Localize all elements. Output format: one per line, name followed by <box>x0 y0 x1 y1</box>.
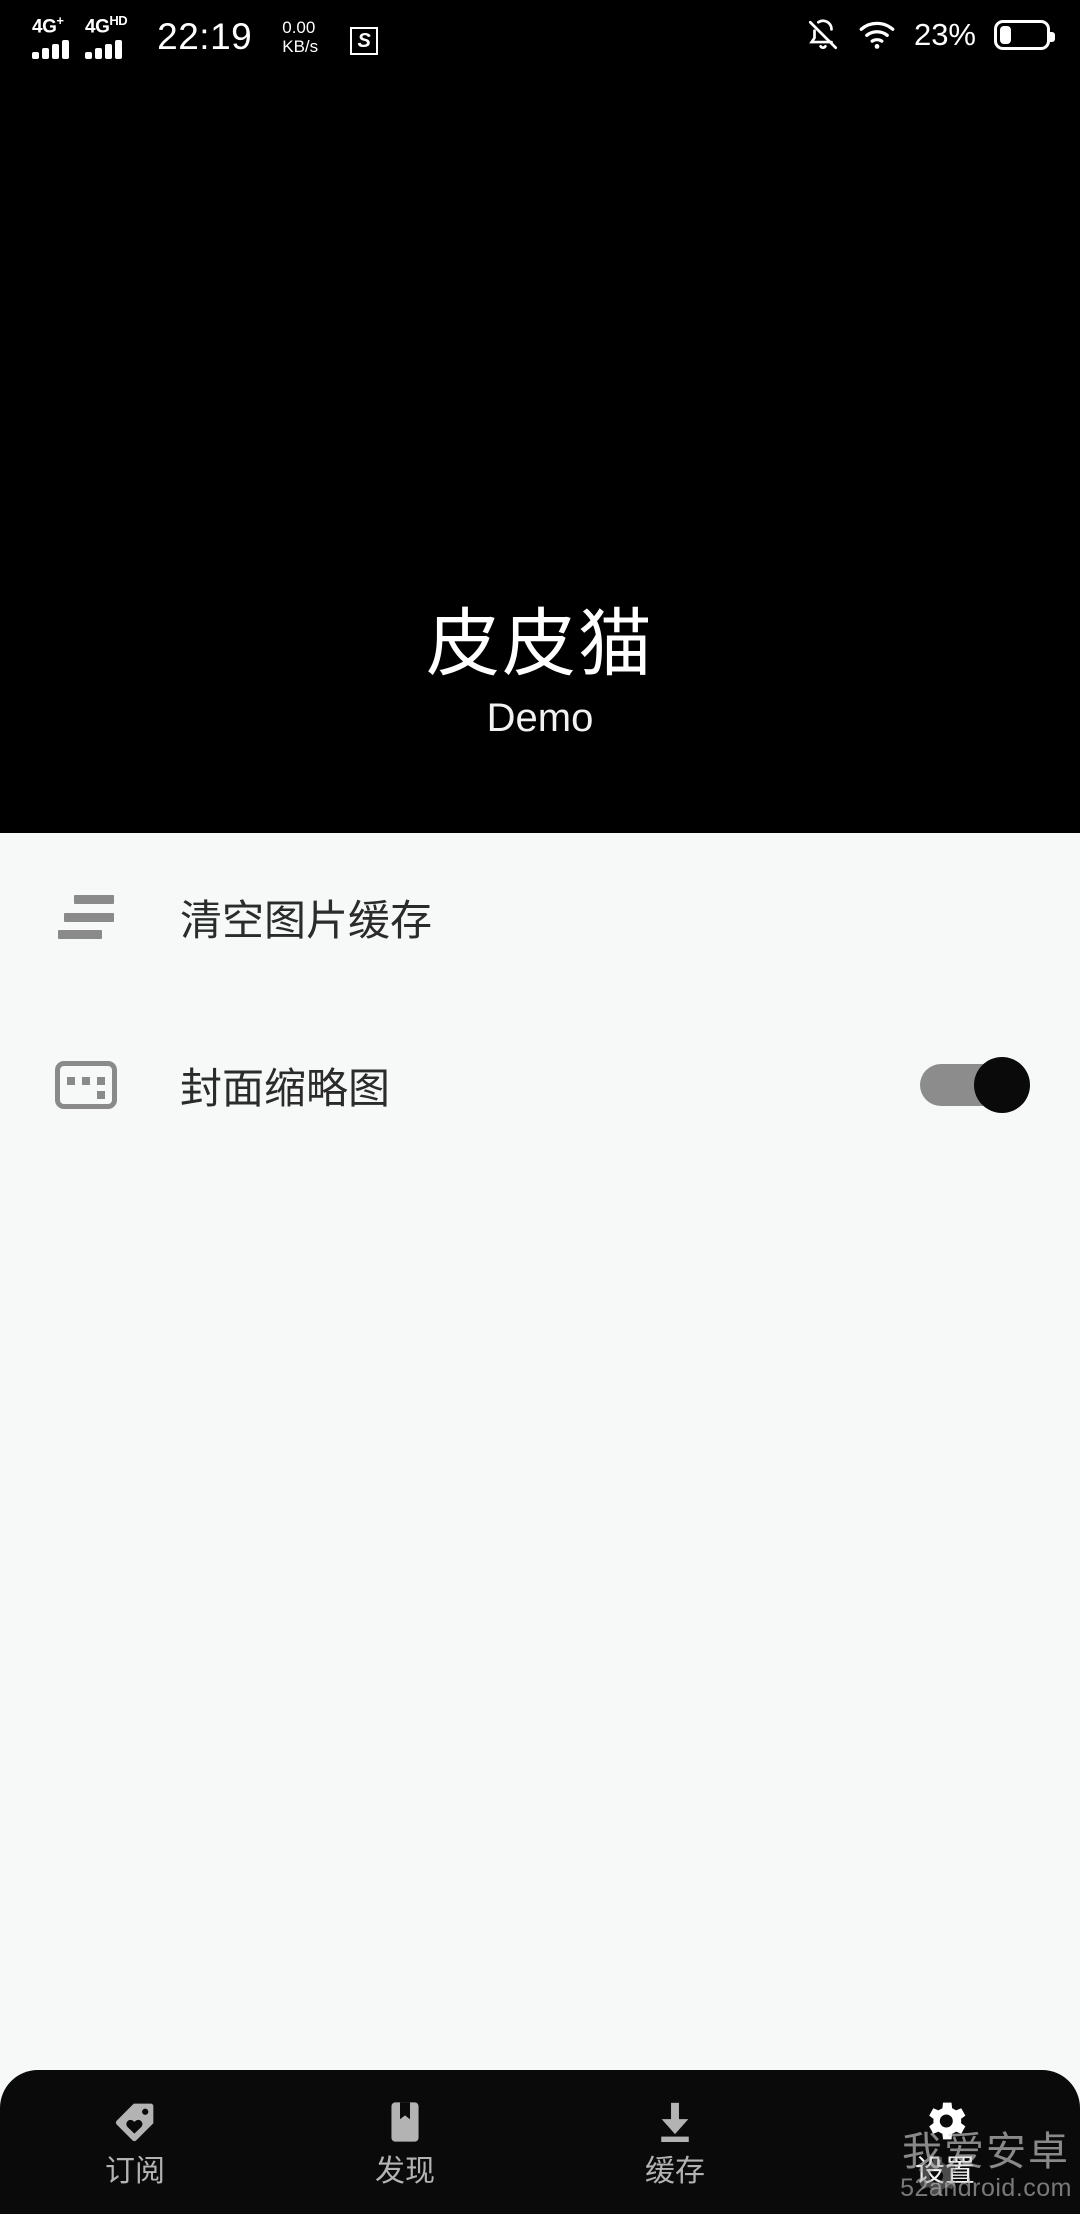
tag-heart-icon <box>110 2095 160 2147</box>
status-bar-right: 23% <box>806 18 1080 52</box>
signal-bars-icon <box>32 39 69 60</box>
list-item-cover-thumbnail[interactable]: 封面缩略图 <box>0 1001 1080 1169</box>
thumbnail-icon <box>40 1039 132 1131</box>
list-item-clear-image-cache[interactable]: 清空图片缓存 <box>0 833 1080 1001</box>
status-bar-clock: 22:19 <box>157 16 253 58</box>
nav-tab-label: 发现 <box>375 2155 435 2188</box>
signal-indicator-1: 4G+ <box>32 11 69 60</box>
cover-thumbnail-toggle[interactable] <box>920 1057 1030 1113</box>
nav-tab-label: 订阅 <box>105 2155 165 2188</box>
toggle-thumb <box>974 1057 1030 1113</box>
network-speed-unit: KB/s <box>282 37 319 57</box>
nav-tab-discover[interactable]: 发现 <box>270 2070 540 2214</box>
battery-percent-label: 23% <box>913 17 976 52</box>
signal-2-label: 4GHD <box>85 12 128 38</box>
wifi-icon <box>858 20 896 50</box>
gear-icon <box>919 2095 971 2147</box>
status-bar: 4G+ 4GHD 22:19 0.00 KB/s S 23% <box>0 0 1080 70</box>
list-item-label: 封面缩略图 <box>180 1064 391 1112</box>
nav-tab-label: 缓存 <box>645 2155 705 2188</box>
status-bar-left: 4G+ 4GHD 22:19 0.00 KB/s S <box>0 11 379 60</box>
signal-bars-icon <box>85 39 122 60</box>
app-badge-icon: S <box>350 27 379 56</box>
bookmark-icon <box>380 2095 430 2147</box>
watermark-gear-icon <box>908 2149 962 2208</box>
page-title: 皮皮猫 <box>426 602 654 685</box>
signal-indicator-2: 4GHD <box>85 11 128 60</box>
settings-list: 清空图片缓存 封面缩略图 <box>0 833 1080 1169</box>
nav-tab-cache[interactable]: 缓存 <box>540 2070 810 2214</box>
network-speed-value: 0.00 <box>282 18 316 38</box>
sort-lines-icon <box>40 871 132 963</box>
list-item-label: 清空图片缓存 <box>180 896 433 944</box>
signal-1-label: 4G+ <box>32 12 64 38</box>
battery-icon <box>994 20 1055 50</box>
page-subtitle: Demo <box>486 696 594 740</box>
app-screen: 4G+ 4GHD 22:19 0.00 KB/s S 23% 皮皮猫 Demo … <box>0 0 1080 2214</box>
bell-muted-icon <box>806 18 840 52</box>
network-speed: 0.00 KB/s <box>282 18 318 56</box>
bottom-navigation-bar: 订阅 发现 缓存 我爱安卓 52android.com <box>0 2070 1080 2214</box>
nav-tab-subscribe[interactable]: 订阅 <box>0 2070 270 2214</box>
app-header: 皮皮猫 Demo <box>0 70 1080 833</box>
download-icon <box>650 2095 700 2147</box>
